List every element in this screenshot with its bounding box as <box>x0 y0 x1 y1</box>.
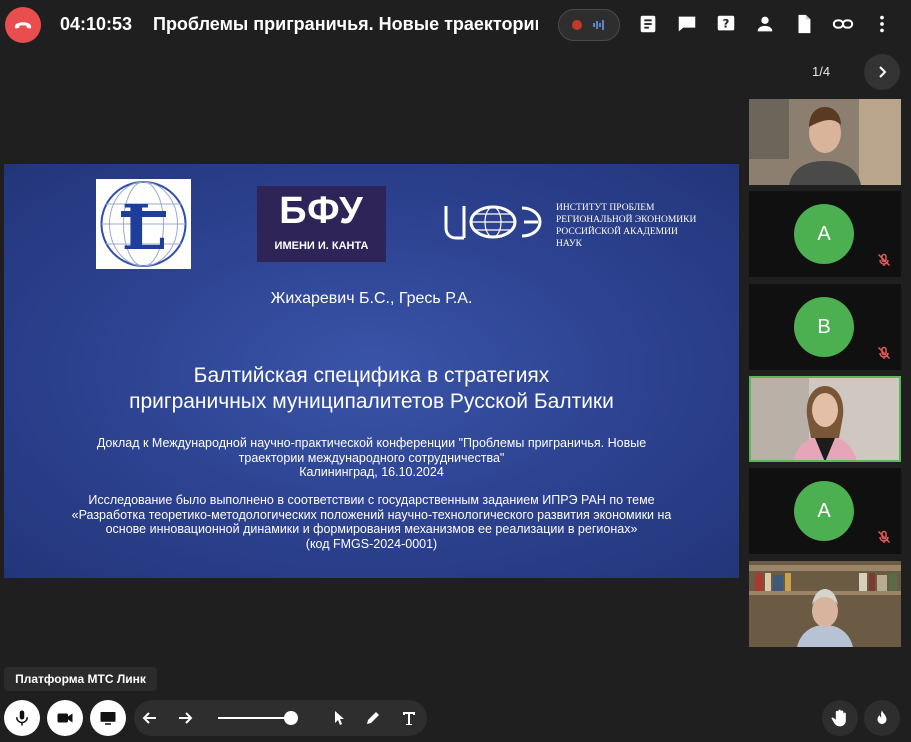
brush-size-slider[interactable] <box>218 717 294 719</box>
call-timer: 04:10:53 <box>60 14 133 34</box>
mic-muted-icon <box>877 530 891 544</box>
participant-avatar-tile[interactable]: B <box>749 284 901 370</box>
drawing-toolbar <box>134 700 427 736</box>
link-icon[interactable] <box>831 12 855 36</box>
top-bar: 04:10:53 Проблемы приграничья. Новые тра… <box>0 0 911 50</box>
participant-avatar: A <box>794 204 854 264</box>
participant-avatar-tile[interactable]: A <box>749 191 901 277</box>
participant-avatar: A <box>794 481 854 541</box>
end-call-button[interactable] <box>5 7 41 43</box>
pencil-icon[interactable] <box>361 706 385 730</box>
participant-video-tile-active[interactable] <box>749 376 901 462</box>
participant-video <box>749 561 901 647</box>
participant-avatar-tile[interactable]: A <box>749 468 901 554</box>
institute-name: ИНСТИТУТ ПРОБЛЕМ РЕГИОНАЛЬНОЙ ЭКОНОМИКИ … <box>556 202 716 250</box>
lseu-logo: L <box>96 179 191 269</box>
next-slide-button[interactable] <box>864 54 900 90</box>
chevron-right-icon <box>879 66 887 78</box>
text-tool-icon[interactable] <box>397 706 421 730</box>
report-line: траектории международного сотрудничества… <box>238 450 505 465</box>
slide-title-line: Балтийская специфика в стратегиях <box>193 364 550 387</box>
participant-avatar: B <box>794 297 854 357</box>
research-line: Исследование было выполнено в соответств… <box>88 493 655 507</box>
microphone-button[interactable] <box>4 700 40 736</box>
brush-size-slider-handle[interactable] <box>284 711 298 725</box>
screen-share-button[interactable] <box>90 700 126 736</box>
raise-hand-button[interactable] <box>822 700 858 736</box>
pointer-icon[interactable] <box>327 706 351 730</box>
participant-video-tile[interactable] <box>749 99 901 185</box>
flame-icon <box>877 710 887 724</box>
research-line: «Разработка теоретико-методологических п… <box>71 507 672 522</box>
screen-share-icon <box>100 712 116 725</box>
slide-title-line: приграничных муниципалитетов Русской Бал… <box>129 390 614 413</box>
institute-line: ИНСТИТУТ ПРОБЛЕМ <box>556 203 655 213</box>
reactions-button[interactable] <box>864 700 900 736</box>
chat-icon[interactable] <box>675 12 699 36</box>
audio-wave-icon <box>593 20 604 30</box>
bfu-logo-subtext: ИМЕНИ И. КАНТА <box>274 240 369 252</box>
research-line: (код FMGS-2024-0001) <box>305 536 438 551</box>
bfu-logo-text: БФУ <box>279 190 364 232</box>
document-icon[interactable] <box>792 12 816 36</box>
mic-muted-icon <box>877 346 891 360</box>
participant-video-tile[interactable] <box>749 561 901 647</box>
checklist-icon[interactable] <box>636 12 660 36</box>
phone-hangup-icon <box>14 22 32 29</box>
participant-video <box>749 376 901 462</box>
slide-authors: Жихаревич Б.С., Гресь Р.А. <box>270 290 473 307</box>
camera-button[interactable] <box>47 700 83 736</box>
report-line: Калининград, 16.10.2024 <box>299 465 444 479</box>
arrow-left-icon[interactable] <box>138 706 162 730</box>
page-counter: 1/4 <box>812 64 831 79</box>
presentation-slide: L БФУ ИМЕНИ И. КАНТА ИНСТИТУТ ПРОБЛЕМ РЕ… <box>4 164 739 578</box>
ipre-logo <box>442 200 544 244</box>
arrow-right-icon[interactable] <box>173 706 197 730</box>
svg-text:L: L <box>122 191 166 264</box>
mic-muted-icon <box>877 253 891 267</box>
bfu-logo: БФУ ИМЕНИ И. КАНТА <box>257 186 386 262</box>
recording-indicator[interactable] <box>558 9 620 41</box>
hand-icon <box>831 709 846 727</box>
more-vertical-icon[interactable] <box>870 12 894 36</box>
slide-report-info: Доклад к Международной научно-практическ… <box>4 436 739 480</box>
participant-video <box>749 99 901 185</box>
camera-icon <box>57 713 73 723</box>
event-title: Проблемы приграничья. Новые траектории м <box>153 14 538 34</box>
institute-line: НАУК <box>556 239 582 249</box>
report-line: Доклад к Международной научно-практическ… <box>96 436 647 450</box>
record-dot-icon <box>572 20 582 30</box>
research-line: основе инновационной динамики и формиров… <box>105 522 638 536</box>
person-icon[interactable] <box>753 12 777 36</box>
svg-text:?: ? <box>723 17 730 31</box>
institute-line: РОССИЙСКОЙ АКАДЕМИИ <box>556 227 678 237</box>
slide-title: Балтийская специфика в стратегиях пригра… <box>4 363 739 415</box>
institute-line: РЕГИОНАЛЬНОЙ ЭКОНОМИКИ <box>556 215 697 225</box>
question-icon[interactable]: ? <box>714 12 738 36</box>
slide-research-info: Исследование было выполнено в соответств… <box>4 493 739 551</box>
platform-tooltip: Платформа МТС Линк <box>4 667 157 691</box>
microphone-icon <box>16 710 28 726</box>
